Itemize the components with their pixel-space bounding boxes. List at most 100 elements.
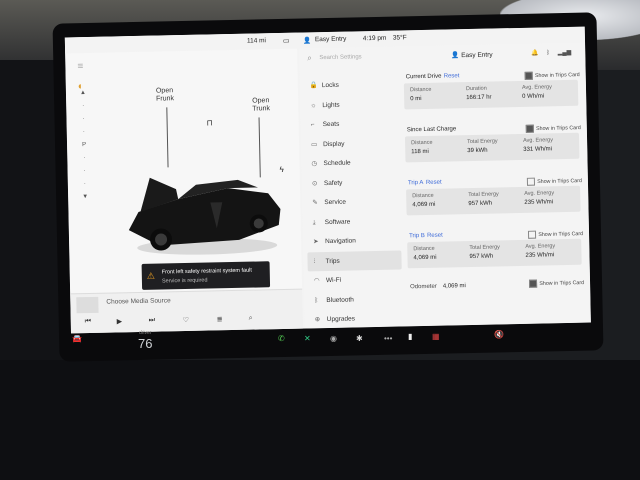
checkbox-icon[interactable] [524, 71, 534, 80]
trip-stats-card: Distance 0 mi Duration 166:17 hr Avg. Energy… [403, 79, 579, 110]
stat-total-energy: Total Energy 957 kWh [468, 191, 523, 207]
odometer-row: Odometer 4,069 mi [410, 283, 466, 290]
stat-value: 957 kWh [468, 200, 493, 208]
media-search-icon[interactable]: ⌕ [249, 315, 253, 323]
bluetooth-icon: ᛒ [314, 296, 319, 304]
settings-item-trips[interactable]: ⫶ Trips [307, 249, 402, 272]
safety-fault-alert[interactable]: ⚠ Front left safety restraint system fau… [141, 261, 271, 290]
bluetooth-icon[interactable]: ᛒ [546, 50, 550, 56]
open-trunk-label[interactable]: Open Trunk [252, 97, 270, 113]
checkbox-icon[interactable] [527, 177, 536, 186]
odometer-label: Odometer [410, 283, 437, 291]
locks-icon: 🔒 [309, 82, 319, 90]
calendar-icon[interactable]: ▦ [432, 332, 440, 341]
stat-value: 235 Wh/mi [525, 252, 555, 259]
reset-current-drive-button[interactable]: Reset [444, 73, 460, 79]
checkbox-icon[interactable] [525, 124, 535, 133]
settings-item-navigation[interactable]: ➤ Navigation [307, 230, 401, 251]
settings-search[interactable]: ⌕ Search Settings [305, 50, 435, 67]
trips-icon: ⫶ [313, 257, 316, 265]
stat-label: Total Energy [467, 138, 498, 146]
car-panel: ≡ ◐ ▲ · · · P · · · ▼ Open Frunk Open Trunk ⊓ … [64, 32, 303, 308]
camera-icon[interactable]: ◉ [330, 334, 337, 343]
checkbox-icon[interactable] [529, 279, 538, 288]
settings-item-software[interactable]: ⤓ Software [307, 211, 401, 232]
play-icon[interactable]: ▶ [117, 317, 123, 325]
reset-trip-b-button[interactable]: Reset [427, 233, 443, 239]
settings-item-service[interactable]: ✎ Service [306, 191, 400, 212]
stat-distance: Distance 4,069 mi [413, 245, 468, 261]
touchscreen: ≡ ◐ ▲ · · · P · · · ▼ Open Frunk Open Trunk ⊓ … [64, 26, 591, 334]
stat-label: Distance [409, 86, 432, 94]
search-input[interactable]: Search Settings [319, 54, 361, 61]
album-art [76, 296, 99, 314]
section-title[interactable]: Trip B [409, 233, 425, 239]
car-icon[interactable]: 🚘 [72, 334, 82, 343]
trips-content: Current Drive Reset Show in Trips Card Di… [402, 69, 586, 290]
alert-title: Front left safety restraint system fault [161, 267, 252, 276]
gear-up-icon[interactable]: ▲ [74, 87, 92, 100]
next-track-icon[interactable]: ⏭ [149, 317, 155, 325]
mute-icon[interactable]: 🔇 [494, 330, 504, 339]
close-app-icon[interactable]: ✕ [304, 334, 311, 343]
settings-item-bluetooth[interactable]: ᛒ Bluetooth [308, 289, 402, 310]
stat-label: Distance [411, 139, 433, 147]
software-icon: ⤓ [312, 218, 316, 226]
stat-label: Avg. Energy [523, 137, 554, 144]
checkbox-icon[interactable] [528, 230, 537, 239]
settings-item-locks[interactable]: 🔒 Locks [304, 75, 398, 96]
stat-total-energy: Total Energy 39 kWh [467, 138, 522, 154]
previous-track-icon[interactable]: ⏮ [85, 318, 91, 326]
settings-item-wi-fi[interactable]: ◠ Wi-Fi [308, 269, 402, 290]
odometer-show-toggle[interactable]: Show in Trips Card [529, 279, 584, 288]
settings-item-label: Wi-Fi [325, 276, 342, 285]
gear-park[interactable]: P [75, 139, 93, 152]
favorite-icon[interactable]: ♡ [183, 316, 189, 324]
dashboard-bottom [0, 360, 640, 480]
stat-value: 235 Wh/mi [524, 199, 554, 206]
settings-item-safety[interactable]: ⊙ Safety [306, 172, 400, 193]
section-title[interactable]: Trip A [408, 180, 424, 186]
settings-item-lights[interactable]: ☼ Lights [304, 94, 398, 115]
gear-selector[interactable]: ▲ · · · P · · · ▼ [74, 87, 94, 204]
stat-value: 4,069 mi [412, 201, 436, 209]
fan-icon[interactable]: ✱ [356, 334, 363, 343]
door-lock-icon[interactable]: ⊓ [207, 118, 213, 127]
trip-a-show-toggle[interactable]: Show in Trips Card [527, 177, 582, 186]
current-drive-show-toggle[interactable]: Show in Trips Card [524, 71, 580, 80]
settings-item-display[interactable]: ▭ Display [305, 133, 399, 154]
stat-total-energy: Total Energy 957 kWh [469, 244, 524, 260]
gear-down-icon[interactable]: ▼ [76, 191, 94, 204]
stat-value: 4,069 mi [413, 254, 437, 262]
notification-icon[interactable]: 🔔 [531, 51, 539, 57]
stat-value: 957 kWh [469, 253, 494, 261]
settings-item-seats[interactable]: ⌐ Seats [304, 114, 398, 135]
stat-value: 331 Wh/mi [523, 146, 553, 153]
since-charge-show-toggle[interactable]: Show in Trips Card [525, 124, 581, 133]
stat-distance: Distance 118 mi [411, 139, 466, 155]
stat-label: Distance [413, 245, 435, 253]
settings-item-label: Software [324, 218, 351, 226]
notes-icon[interactable]: ▮ [408, 332, 412, 341]
media-source-button[interactable]: Choose Media Source [106, 297, 170, 305]
settings-profile[interactable]: 👤 Easy Entry [451, 51, 492, 60]
display-icon: ▭ [311, 140, 318, 148]
stat-distance: Distance 0 mi [410, 86, 465, 102]
warning-icon: ⚠ [146, 270, 156, 281]
status-profile[interactable]: Easy Entry [315, 36, 347, 44]
phone-icon[interactable]: ✆ [278, 334, 285, 343]
equalizer-icon[interactable]: ≣ [217, 315, 223, 323]
stat-label: Total Energy [468, 191, 499, 199]
wi-fi-icon: ◠ [313, 277, 320, 285]
trip-b-show-toggle[interactable]: Show in Trips Card [528, 230, 583, 239]
more-apps-icon[interactable]: ••• [384, 334, 392, 343]
stat-avg-energy: Avg. Energy 235 Wh/mi [525, 243, 580, 259]
open-frunk-label[interactable]: Open Frunk [156, 87, 174, 103]
settings-item-schedule[interactable]: ◷ Schedule [305, 152, 399, 173]
stat-label: Avg. Energy [521, 84, 552, 91]
reset-trip-a-button[interactable]: Reset [426, 180, 442, 186]
headlight-icon[interactable]: ≡ [73, 61, 87, 75]
settings-item-label: Service [324, 198, 347, 207]
battery-icon: ▭ [282, 37, 290, 45]
stat-value: 0 mi [410, 96, 422, 103]
